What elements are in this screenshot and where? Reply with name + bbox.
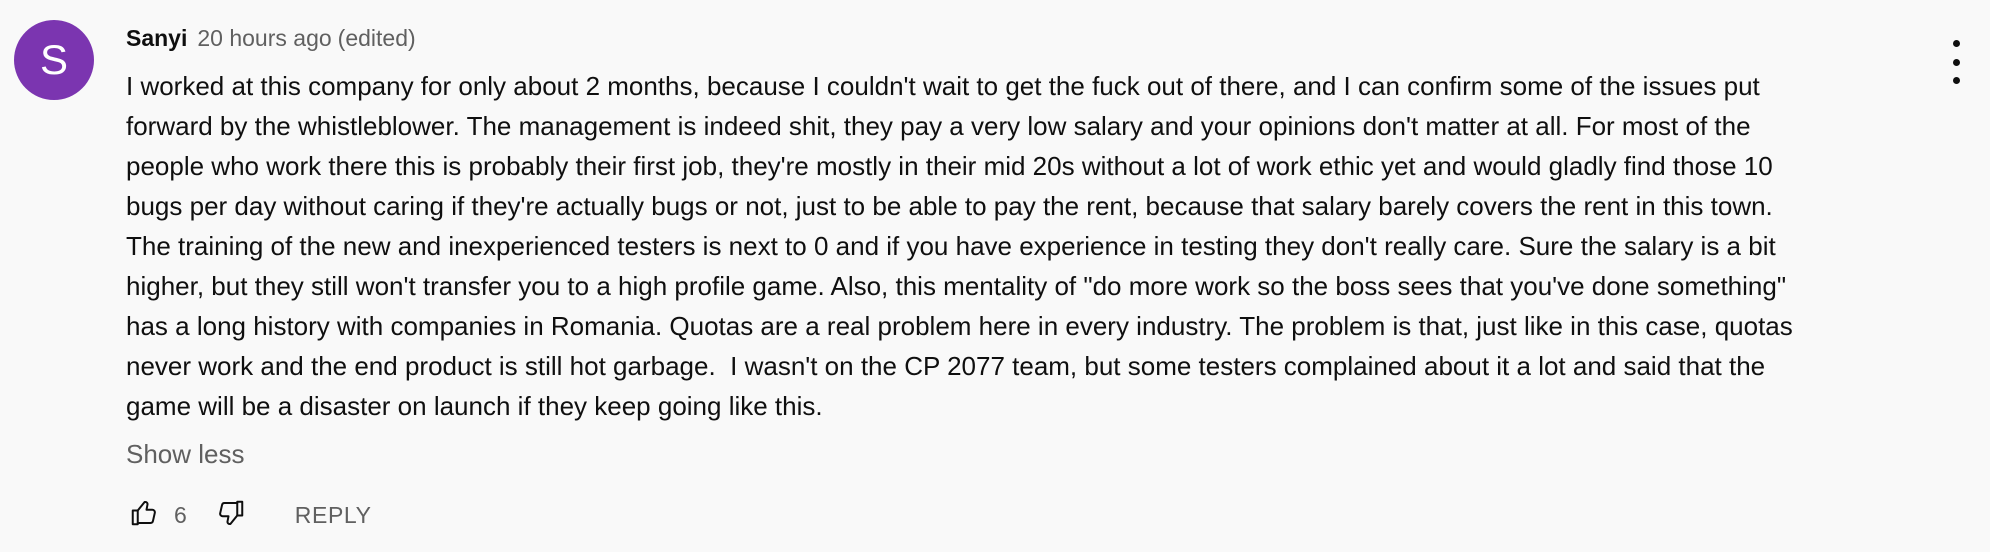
- more-vertical-icon[interactable]: [1944, 40, 1968, 84]
- comment-text: I worked at this company for only about …: [126, 71, 1793, 421]
- like-count: 6: [174, 501, 187, 528]
- edited-label: (edited): [337, 24, 416, 51]
- published-time[interactable]: 20 hours ago: [197, 25, 331, 52]
- avatar-initial: S: [39, 36, 68, 83]
- dislike-button[interactable]: [213, 497, 249, 533]
- comment-actions: 6 REPLY: [126, 492, 372, 538]
- thumbs-up-icon: [129, 498, 159, 533]
- comment-thread: S Sanyi 20 hours ago (edited) I worked a…: [0, 0, 1990, 552]
- show-less-button[interactable]: Show less: [126, 434, 245, 474]
- like-button[interactable]: [126, 497, 162, 533]
- author-name[interactable]: Sanyi: [126, 25, 187, 52]
- menu-dot: [1952, 77, 1960, 84]
- menu-dot: [1952, 40, 1960, 47]
- thumbs-down-icon: [216, 498, 246, 533]
- comment-header: Sanyi 20 hours ago (edited): [126, 18, 1926, 58]
- menu-dot: [1952, 58, 1960, 66]
- avatar[interactable]: S: [14, 20, 94, 100]
- comment-main: Sanyi 20 hours ago (edited) I worked at …: [126, 18, 1926, 474]
- reply-button[interactable]: REPLY: [295, 502, 372, 529]
